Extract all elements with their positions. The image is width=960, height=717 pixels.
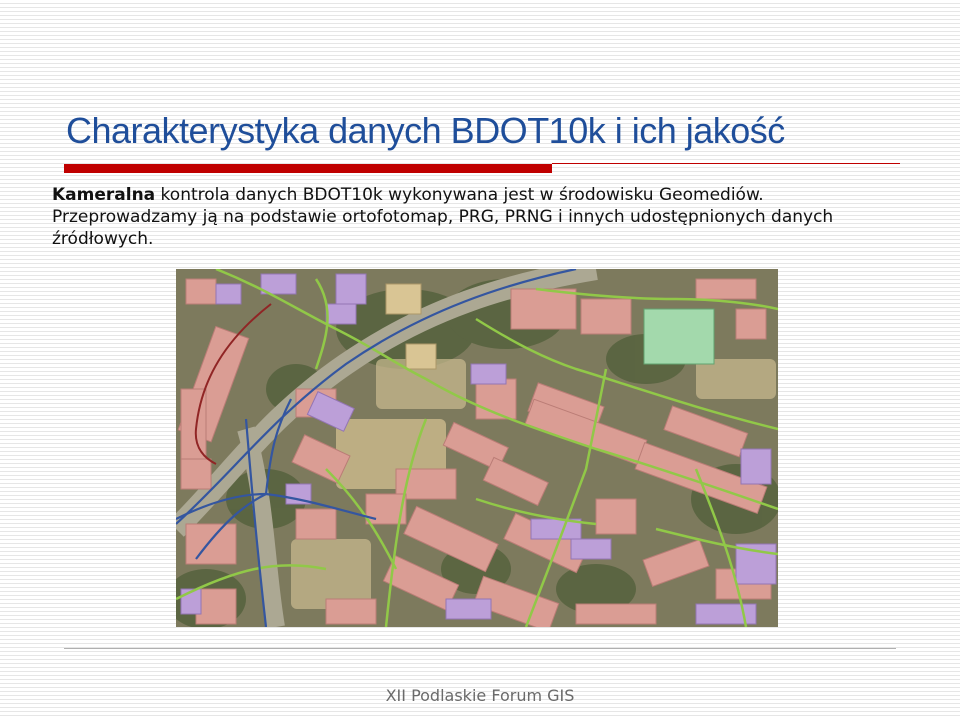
slide-title: Charakterystyka danych BDOT10k i ich jak… — [66, 110, 785, 151]
orthophoto-map-image — [176, 269, 778, 627]
slide-body-text: Kameralna kontrola danych BDOT10k wykony… — [52, 184, 932, 250]
slide-footer: XII Podlaskie Forum GIS — [385, 686, 575, 705]
bold-word: Kameralna — [52, 185, 156, 205]
paragraph-1-rest: kontrola danych BDOT10k wykonywana jest … — [155, 185, 764, 205]
paragraph-2: Przeprowadzamy ją na podstawie ortofotom… — [52, 207, 834, 249]
map-svg — [176, 269, 778, 627]
bottom-divider — [64, 648, 896, 649]
title-underline-thin — [552, 163, 900, 164]
title-underline-red — [64, 164, 552, 173]
